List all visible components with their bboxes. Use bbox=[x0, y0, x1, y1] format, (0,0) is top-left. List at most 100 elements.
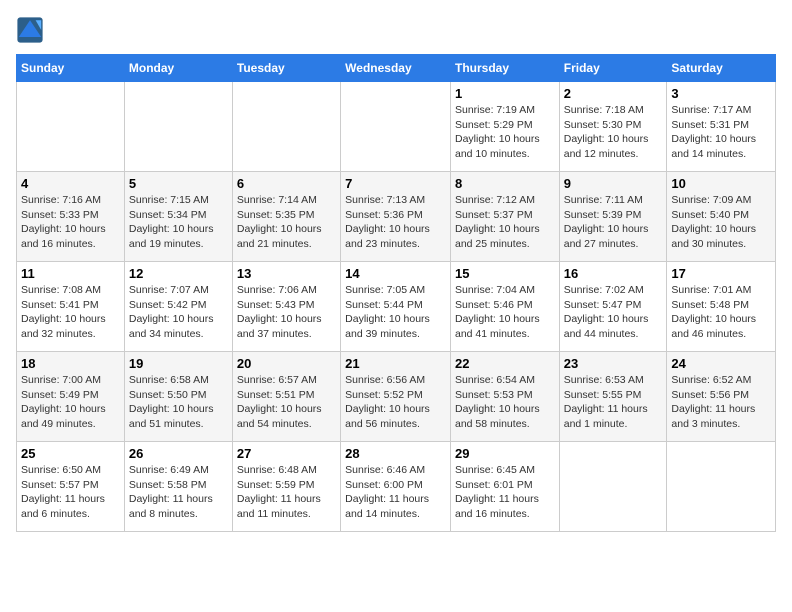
calendar-cell: 8 Sunrise: 7:12 AMSunset: 5:37 PMDaylight… bbox=[450, 172, 559, 262]
day-info: Sunrise: 6:56 AMSunset: 5:52 PMDaylight:… bbox=[345, 373, 446, 432]
day-info: Sunrise: 7:17 AMSunset: 5:31 PMDaylight:… bbox=[671, 103, 771, 162]
col-header-thursday: Thursday bbox=[450, 55, 559, 82]
calendar-table: SundayMondayTuesdayWednesdayThursdayFrid… bbox=[16, 54, 776, 532]
calendar-cell bbox=[232, 82, 340, 172]
calendar-cell bbox=[124, 82, 232, 172]
day-number: 5 bbox=[129, 176, 228, 191]
calendar-cell: 23 Sunrise: 6:53 AMSunset: 5:55 PMDayligh… bbox=[559, 352, 667, 442]
day-number: 11 bbox=[21, 266, 120, 281]
day-number: 10 bbox=[671, 176, 771, 191]
calendar-cell bbox=[559, 442, 667, 532]
day-number: 15 bbox=[455, 266, 555, 281]
day-info: Sunrise: 7:06 AMSunset: 5:43 PMDaylight:… bbox=[237, 283, 336, 342]
day-number: 18 bbox=[21, 356, 120, 371]
col-header-sunday: Sunday bbox=[17, 55, 125, 82]
day-info: Sunrise: 7:19 AMSunset: 5:29 PMDaylight:… bbox=[455, 103, 555, 162]
day-number: 17 bbox=[671, 266, 771, 281]
calendar-cell: 13Sunrise: 7:06 AMSunset: 5:43 PMDayligh… bbox=[232, 262, 340, 352]
day-info: Sunrise: 7:09 AMSunset: 5:40 PMDaylight:… bbox=[671, 193, 771, 252]
day-info: Sunrise: 6:50 AMSunset: 5:57 PMDaylight:… bbox=[21, 463, 120, 522]
day-info: Sunrise: 7:13 AMSunset: 5:36 PMDaylight:… bbox=[345, 193, 446, 252]
col-header-saturday: Saturday bbox=[667, 55, 776, 82]
day-number: 25 bbox=[21, 446, 120, 461]
calendar-cell: 29 Sunrise: 6:45 AMSunset: 6:01 PMDayligh… bbox=[450, 442, 559, 532]
calendar-cell: 2 Sunrise: 7:18 AMSunset: 5:30 PMDaylight… bbox=[559, 82, 667, 172]
day-number: 9 bbox=[564, 176, 663, 191]
day-number: 26 bbox=[129, 446, 228, 461]
calendar-cell bbox=[667, 442, 776, 532]
day-number: 6 bbox=[237, 176, 336, 191]
calendar-cell: 27 Sunrise: 6:48 AMSunset: 5:59 PMDayligh… bbox=[232, 442, 340, 532]
calendar-cell: 12 Sunrise: 7:07 AMSunset: 5:42 PMDayligh… bbox=[124, 262, 232, 352]
calendar-week-1: 1 Sunrise: 7:19 AMSunset: 5:29 PMDaylight… bbox=[17, 82, 776, 172]
day-info: Sunrise: 7:05 AMSunset: 5:44 PMDaylight:… bbox=[345, 283, 446, 342]
day-info: Sunrise: 7:00 AMSunset: 5:49 PMDaylight:… bbox=[21, 373, 120, 432]
calendar-cell: 22 Sunrise: 6:54 AMSunset: 5:53 PMDayligh… bbox=[450, 352, 559, 442]
day-number: 2 bbox=[564, 86, 663, 101]
day-info: Sunrise: 7:12 AMSunset: 5:37 PMDaylight:… bbox=[455, 193, 555, 252]
day-number: 24 bbox=[671, 356, 771, 371]
day-number: 12 bbox=[129, 266, 228, 281]
day-number: 28 bbox=[345, 446, 446, 461]
logo bbox=[16, 16, 48, 44]
calendar-cell: 21 Sunrise: 6:56 AMSunset: 5:52 PMDayligh… bbox=[341, 352, 451, 442]
day-info: Sunrise: 6:49 AMSunset: 5:58 PMDaylight:… bbox=[129, 463, 228, 522]
calendar-cell: 20Sunrise: 6:57 AMSunset: 5:51 PMDayligh… bbox=[232, 352, 340, 442]
day-info: Sunrise: 7:02 AMSunset: 5:47 PMDaylight:… bbox=[564, 283, 663, 342]
calendar-cell: 9 Sunrise: 7:11 AMSunset: 5:39 PMDaylight… bbox=[559, 172, 667, 262]
calendar-cell bbox=[341, 82, 451, 172]
day-info: Sunrise: 6:48 AMSunset: 5:59 PMDaylight:… bbox=[237, 463, 336, 522]
calendar-week-2: 4 Sunrise: 7:16 AMSunset: 5:33 PMDaylight… bbox=[17, 172, 776, 262]
day-info: Sunrise: 6:53 AMSunset: 5:55 PMDaylight:… bbox=[564, 373, 663, 432]
calendar-cell: 3 Sunrise: 7:17 AMSunset: 5:31 PMDaylight… bbox=[667, 82, 776, 172]
day-info: Sunrise: 7:16 AMSunset: 5:33 PMDaylight:… bbox=[21, 193, 120, 252]
day-number: 27 bbox=[237, 446, 336, 461]
day-info: Sunrise: 7:08 AMSunset: 5:41 PMDaylight:… bbox=[21, 283, 120, 342]
calendar-cell: 17 Sunrise: 7:01 AMSunset: 5:48 PMDayligh… bbox=[667, 262, 776, 352]
calendar-cell: 18 Sunrise: 7:00 AMSunset: 5:49 PMDayligh… bbox=[17, 352, 125, 442]
day-info: Sunrise: 7:04 AMSunset: 5:46 PMDaylight:… bbox=[455, 283, 555, 342]
day-number: 16 bbox=[564, 266, 663, 281]
day-info: Sunrise: 7:18 AMSunset: 5:30 PMDaylight:… bbox=[564, 103, 663, 162]
day-number: 23 bbox=[564, 356, 663, 371]
calendar-cell: 1 Sunrise: 7:19 AMSunset: 5:29 PMDaylight… bbox=[450, 82, 559, 172]
day-info: Sunrise: 6:45 AMSunset: 6:01 PMDaylight:… bbox=[455, 463, 555, 522]
calendar-cell: 28 Sunrise: 6:46 AMSunset: 6:00 PMDayligh… bbox=[341, 442, 451, 532]
calendar-week-5: 25 Sunrise: 6:50 AMSunset: 5:57 PMDayligh… bbox=[17, 442, 776, 532]
day-number: 3 bbox=[671, 86, 771, 101]
page-header bbox=[16, 16, 776, 44]
calendar-cell: 19Sunrise: 6:58 AMSunset: 5:50 PMDayligh… bbox=[124, 352, 232, 442]
day-number: 22 bbox=[455, 356, 555, 371]
day-info: Sunrise: 7:15 AMSunset: 5:34 PMDaylight:… bbox=[129, 193, 228, 252]
col-header-friday: Friday bbox=[559, 55, 667, 82]
day-number: 20 bbox=[237, 356, 336, 371]
calendar-week-4: 18 Sunrise: 7:00 AMSunset: 5:49 PMDayligh… bbox=[17, 352, 776, 442]
day-info: Sunrise: 7:01 AMSunset: 5:48 PMDaylight:… bbox=[671, 283, 771, 342]
day-number: 7 bbox=[345, 176, 446, 191]
day-number: 4 bbox=[21, 176, 120, 191]
logo-icon bbox=[16, 16, 44, 44]
day-number: 8 bbox=[455, 176, 555, 191]
day-info: Sunrise: 6:46 AMSunset: 6:00 PMDaylight:… bbox=[345, 463, 446, 522]
calendar-cell: 25 Sunrise: 6:50 AMSunset: 5:57 PMDayligh… bbox=[17, 442, 125, 532]
day-number: 21 bbox=[345, 356, 446, 371]
col-header-tuesday: Tuesday bbox=[232, 55, 340, 82]
calendar-cell: 14 Sunrise: 7:05 AMSunset: 5:44 PMDayligh… bbox=[341, 262, 451, 352]
calendar-week-3: 11 Sunrise: 7:08 AMSunset: 5:41 PMDayligh… bbox=[17, 262, 776, 352]
calendar-cell: 26 Sunrise: 6:49 AMSunset: 5:58 PMDayligh… bbox=[124, 442, 232, 532]
calendar-cell: 7 Sunrise: 7:13 AMSunset: 5:36 PMDaylight… bbox=[341, 172, 451, 262]
day-number: 29 bbox=[455, 446, 555, 461]
calendar-cell: 11 Sunrise: 7:08 AMSunset: 5:41 PMDayligh… bbox=[17, 262, 125, 352]
col-header-monday: Monday bbox=[124, 55, 232, 82]
calendar-cell bbox=[17, 82, 125, 172]
day-info: Sunrise: 7:07 AMSunset: 5:42 PMDaylight:… bbox=[129, 283, 228, 342]
day-info: Sunrise: 7:11 AMSunset: 5:39 PMDaylight:… bbox=[564, 193, 663, 252]
day-number: 19 bbox=[129, 356, 228, 371]
calendar-cell: 15 Sunrise: 7:04 AMSunset: 5:46 PMDayligh… bbox=[450, 262, 559, 352]
day-info: Sunrise: 6:54 AMSunset: 5:53 PMDaylight:… bbox=[455, 373, 555, 432]
day-number: 1 bbox=[455, 86, 555, 101]
day-number: 14 bbox=[345, 266, 446, 281]
calendar-cell: 10 Sunrise: 7:09 AMSunset: 5:40 PMDayligh… bbox=[667, 172, 776, 262]
calendar-cell: 16 Sunrise: 7:02 AMSunset: 5:47 PMDayligh… bbox=[559, 262, 667, 352]
calendar-header-row: SundayMondayTuesdayWednesdayThursdayFrid… bbox=[17, 55, 776, 82]
